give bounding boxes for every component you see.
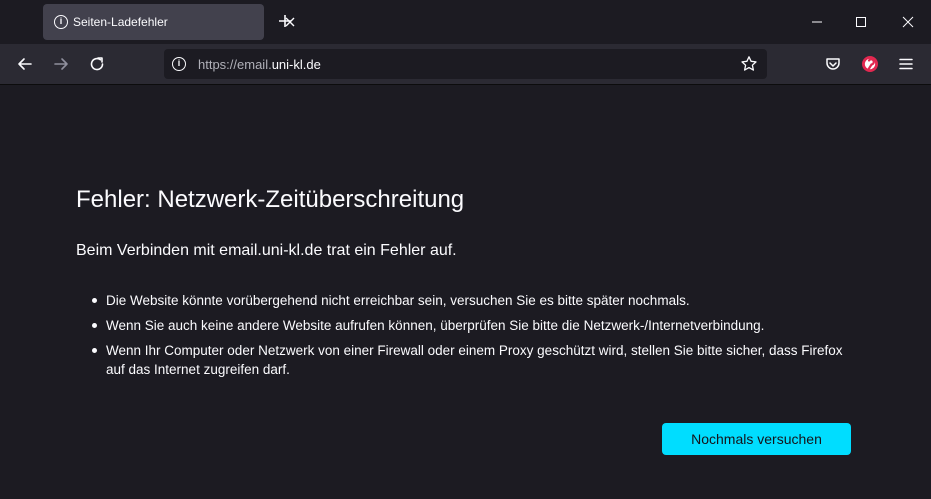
url-bar[interactable]: i https://email.uni-kl.de bbox=[164, 49, 767, 79]
extension-icon[interactable] bbox=[860, 54, 880, 74]
error-suggestions: Die Website könnte vorübergehend nicht e… bbox=[92, 291, 862, 385]
menu-icon[interactable] bbox=[896, 54, 916, 74]
retry-button[interactable]: Nochmals versuchen bbox=[662, 423, 851, 455]
error-title: Fehler: Netzwerk-Zeitüberschreitung bbox=[76, 186, 465, 213]
new-tab-icon[interactable] bbox=[276, 12, 294, 30]
forward-icon[interactable] bbox=[51, 54, 71, 74]
suggestion-item: Die Website könnte vorübergehend nicht e… bbox=[92, 291, 862, 310]
tab-active[interactable]: i Seiten-Ladefehler bbox=[43, 4, 295, 40]
bookmark-star-icon[interactable] bbox=[740, 55, 758, 73]
url-host: uni-kl.de bbox=[271, 57, 321, 72]
close-window-icon[interactable] bbox=[885, 0, 931, 44]
error-description: Beim Verbinden mit email.uni-kl.de trat … bbox=[76, 242, 457, 259]
reload-icon[interactable] bbox=[87, 54, 107, 74]
navigation-toolbar: i https://email.uni-kl.de bbox=[0, 44, 931, 85]
back-icon[interactable] bbox=[15, 54, 35, 74]
site-info-icon[interactable]: i bbox=[172, 57, 186, 71]
pocket-icon[interactable] bbox=[823, 54, 843, 74]
suggestion-item: Wenn Sie auch keine andere Website aufru… bbox=[92, 316, 862, 335]
url-text[interactable]: https://email.uni-kl.de bbox=[198, 57, 321, 72]
info-icon: i bbox=[54, 15, 68, 29]
url-prefix: https://email. bbox=[198, 57, 272, 72]
maximize-icon[interactable] bbox=[839, 0, 885, 44]
error-page: Fehler: Netzwerk-Zeitüberschreitung Beim… bbox=[0, 86, 931, 499]
minimize-icon[interactable] bbox=[794, 0, 840, 44]
tab-title: Seiten-Ladefehler bbox=[73, 15, 168, 29]
tab-strip: i Seiten-Ladefehler bbox=[0, 0, 931, 44]
suggestion-item: Wenn Ihr Computer oder Netzwerk von eine… bbox=[92, 341, 862, 379]
